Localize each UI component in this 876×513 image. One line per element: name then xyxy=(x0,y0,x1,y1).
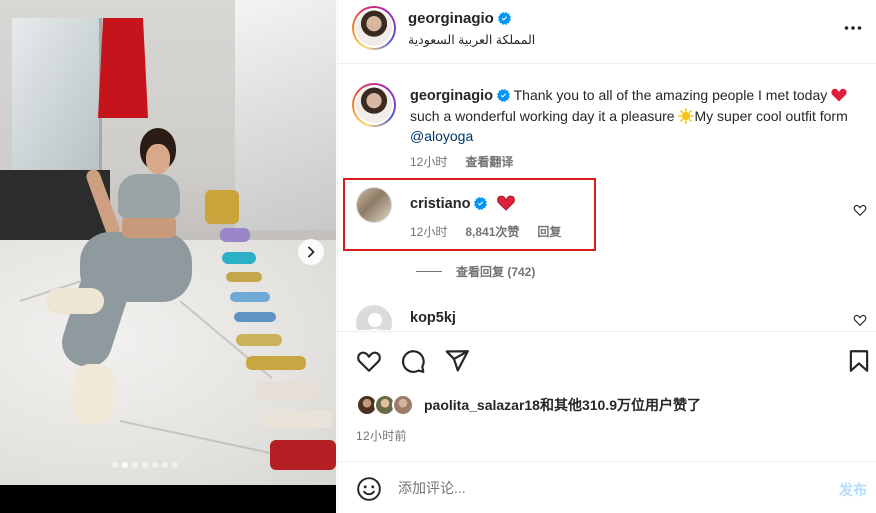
carousel-dot xyxy=(142,462,148,468)
view-replies-button[interactable]: 查看回复 (742) xyxy=(416,263,535,280)
caption-row: georginagio Thank you to all of the amaz… xyxy=(338,79,876,174)
photo-letterbox xyxy=(0,485,336,513)
add-comment-bar: 发布 xyxy=(338,461,876,513)
caption-part-1: Thank you to all of the amazing people I… xyxy=(513,87,828,103)
verified-badge-icon xyxy=(497,12,511,25)
photo-leg xyxy=(55,262,135,374)
photo-red-dress xyxy=(98,18,148,118)
photo-shoe xyxy=(236,334,282,346)
photo-shoe xyxy=(205,190,239,224)
comment-input[interactable] xyxy=(398,476,808,500)
like-heart-icon[interactable] xyxy=(356,348,382,374)
author-username-row: georginagio xyxy=(408,10,511,27)
photo-shoe xyxy=(220,228,250,242)
carousel-next-button[interactable] xyxy=(298,239,324,265)
photo-shoe xyxy=(226,272,262,282)
post-side-panel: georginagio المملكة العربية السعودية geo… xyxy=(337,0,876,513)
comment-highlight-box xyxy=(343,178,596,251)
photo-arm xyxy=(84,167,122,239)
caption-meta: 12小时 查看翻译 xyxy=(410,153,513,170)
carousel-dot xyxy=(132,462,138,468)
comment-author-avatar[interactable] xyxy=(356,305,392,330)
share-send-icon[interactable] xyxy=(444,348,470,374)
carousel-dot xyxy=(172,462,178,468)
comment-row: kop5kj xyxy=(338,301,876,330)
likes-text[interactable]: paolita_salazar18和其他310.9万位用户赞了 xyxy=(424,395,701,415)
caption-text: georginagio Thank you to all of the amaz… xyxy=(410,85,850,146)
more-options-icon[interactable] xyxy=(841,16,865,40)
red-heart-emoji-icon xyxy=(831,88,847,102)
emoji-picker-icon[interactable] xyxy=(356,476,382,502)
post-comment-button[interactable]: 发布 xyxy=(839,480,867,500)
carousel-dot xyxy=(112,462,118,468)
comments-list[interactable]: georginagio Thank you to all of the amaz… xyxy=(338,65,876,330)
post-photo[interactable] xyxy=(0,0,336,485)
chevron-right-icon xyxy=(308,246,315,258)
photo-slipper xyxy=(46,288,104,314)
carousel-dot xyxy=(122,462,128,468)
liker-avatar[interactable] xyxy=(392,394,414,416)
replies-divider xyxy=(416,271,442,272)
photo-subject xyxy=(40,128,200,424)
photo-shoe xyxy=(246,356,306,370)
comment-bubble-icon[interactable] xyxy=(400,348,426,374)
save-bookmark-icon[interactable] xyxy=(846,348,872,374)
avatar-image xyxy=(354,85,394,125)
photo-shoe xyxy=(222,252,256,264)
photo-shoe xyxy=(234,312,276,322)
post-actions: paolita_salazar18和其他310.9万位用户赞了 12小时前 xyxy=(338,331,876,461)
author-avatar[interactable] xyxy=(352,6,396,50)
default-avatar-icon xyxy=(368,313,382,330)
caption-part-2: such a wonderful working day it a pleasu… xyxy=(410,108,675,124)
caption-time[interactable]: 12小时 xyxy=(410,153,447,170)
carousel-indicator xyxy=(112,462,178,468)
photo-shoe xyxy=(270,440,336,470)
instagram-post-view: georginagio المملكة العربية السعودية geo… xyxy=(0,0,876,513)
caption-author-avatar[interactable] xyxy=(352,83,396,127)
sun-emoji-icon xyxy=(678,108,695,124)
photo-shoe xyxy=(262,410,332,428)
liker-username[interactable]: paolita_salazar18 xyxy=(424,397,540,413)
comment-like-heart-icon[interactable] xyxy=(853,203,867,217)
likes-count-text: 和其他310.9万位用户赞了 xyxy=(539,397,702,413)
photo-crop-top xyxy=(118,174,180,218)
view-replies-label: 查看回复 (742) xyxy=(456,265,536,279)
carousel-dot xyxy=(152,462,158,468)
carousel-dot xyxy=(162,462,168,468)
post-location[interactable]: المملكة العربية السعودية xyxy=(408,32,535,47)
caption-mention-link[interactable]: @aloyoga xyxy=(410,128,473,144)
author-username[interactable]: georginagio xyxy=(408,10,494,27)
avatar-image xyxy=(354,8,394,48)
likes-summary: paolita_salazar18和其他310.9万位用户赞了 xyxy=(356,394,701,416)
see-translation-button[interactable]: 查看翻译 xyxy=(465,153,513,170)
post-timestamp[interactable]: 12小时前 xyxy=(356,427,407,444)
photo-face xyxy=(146,144,170,174)
comment-like-heart-icon[interactable] xyxy=(853,313,867,327)
comment-author-username[interactable]: kop5kj xyxy=(410,310,456,326)
caption-author-username[interactable]: georginagio xyxy=(410,88,493,104)
caption-part-3: My super cool outfit form xyxy=(694,108,848,124)
photo-window xyxy=(235,0,336,230)
verified-badge-icon xyxy=(496,89,510,102)
post-header: georginagio المملكة العربية السعودية xyxy=(338,0,876,64)
photo-shoe xyxy=(230,292,270,302)
photo-shoe xyxy=(256,382,320,400)
photo-slipper xyxy=(74,364,114,424)
photo-midriff xyxy=(122,216,176,238)
comment-text: kop5kj xyxy=(410,307,850,328)
